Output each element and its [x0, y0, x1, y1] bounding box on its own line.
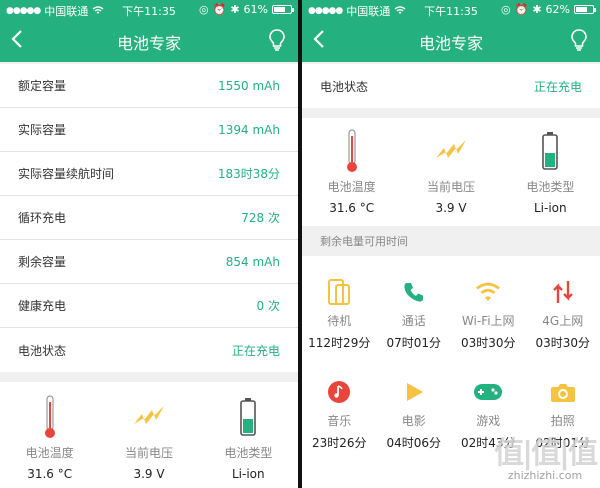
battery-stats-list: 额定容量 1550 mAh 实际容量 1394 mAh 实际容量续航时间 183时38…	[0, 64, 298, 372]
usage-item-music: 音乐 23时26分	[302, 356, 377, 456]
list-item: 循环充电 728 次	[0, 196, 298, 240]
battery-icon	[501, 126, 600, 176]
thermometer-icon	[302, 126, 401, 176]
list-item: 电池状态 正在充电	[320, 79, 582, 94]
lock-rotation-icon: ◎	[501, 3, 511, 16]
thermometer-icon	[0, 392, 99, 442]
battery-percent: 61%	[243, 3, 268, 16]
bluetooth-icon: ✱	[230, 3, 240, 16]
music-icon	[302, 378, 377, 406]
alarm-icon: ⏰	[514, 3, 529, 16]
page-title: 电池专家	[116, 34, 181, 53]
lightning-icon	[401, 126, 500, 176]
status-bar: ●●●●● 中国联通 下午11:35 ◎ ⏰ ✱ 62%	[302, 0, 600, 20]
list-item: 电池状态 正在充电	[18, 343, 280, 358]
nav-bar: 电池专家	[302, 20, 600, 62]
list-item: 实际容量续航时间 183时38分	[0, 152, 298, 196]
battery-status-icon	[272, 5, 294, 14]
standby-icon	[302, 278, 377, 306]
lock-rotation-icon: ◎	[199, 3, 209, 16]
lightbulb-icon[interactable]	[570, 28, 588, 56]
usage-item-wifi: Wi-Fi上网 03时30分	[451, 256, 526, 356]
gamepad-icon	[451, 378, 526, 406]
data-arrows-icon	[526, 278, 600, 306]
wifi-icon	[451, 278, 526, 306]
usage-item-movie: 电影 04时06分	[377, 356, 452, 456]
list-item: 健康充电 0 次	[0, 284, 298, 328]
bluetooth-icon: ✱	[532, 3, 542, 16]
watermark-logo: 值|值|值 zhizhizhi.com	[494, 436, 598, 483]
list-item: 剩余容量 854 mAh	[0, 240, 298, 284]
usage-item-standby: 待机 112时29分	[302, 256, 377, 356]
alarm-icon: ⏰	[212, 3, 227, 16]
list-item: 额定容量 1550 mAh	[0, 64, 298, 108]
lightning-icon	[99, 392, 198, 442]
left-screenshot: ●●●●● 中国联通 下午11:35 ◎ ⏰ ✱ 61% 电池专家 额定容量 15…	[0, 0, 298, 488]
battery-info-panel: 电池温度 31.6 °C 当前电压 3.9 V 电池类型 Li-ion	[0, 382, 298, 488]
battery-icon	[199, 392, 298, 442]
info-cell: 电池温度 31.6 °C	[0, 392, 99, 481]
battery-percent: 62%	[545, 3, 570, 16]
battery-status-list: 电池状态 正在充电	[302, 64, 600, 108]
camera-icon	[526, 378, 600, 406]
nav-bar: 电池专家	[0, 20, 298, 62]
usage-item-4g: 4G上网 03时30分	[526, 256, 600, 356]
section-header: 剩余电量可用时间	[320, 235, 408, 248]
lightbulb-icon[interactable]	[268, 28, 286, 56]
battery-info-panel: 电池温度 31.6 °C 当前电压 3.9 V 电池类型 Li-ion	[302, 118, 600, 226]
battery-status-icon	[574, 5, 596, 14]
info-cell: 电池类型 Li-ion	[199, 392, 298, 481]
info-cell: 电池温度 31.6 °C	[302, 126, 401, 215]
usage-item-call: 通话 07时01分	[377, 256, 452, 356]
list-item: 实际容量 1394 mAh	[0, 108, 298, 152]
info-cell: 当前电压 3.9 V	[401, 126, 500, 215]
info-cell: 当前电压 3.9 V	[99, 392, 198, 481]
play-icon	[377, 378, 452, 406]
phone-icon	[377, 278, 452, 306]
info-cell: 电池类型 Li-ion	[501, 126, 600, 215]
status-bar: ●●●●● 中国联通 下午11:35 ◎ ⏰ ✱ 61%	[0, 0, 298, 20]
page-title: 电池专家	[418, 34, 483, 53]
right-screenshot: ●●●●● 中国联通 下午11:35 ◎ ⏰ ✱ 62% 电池专家 电池状态 正在…	[302, 0, 600, 488]
